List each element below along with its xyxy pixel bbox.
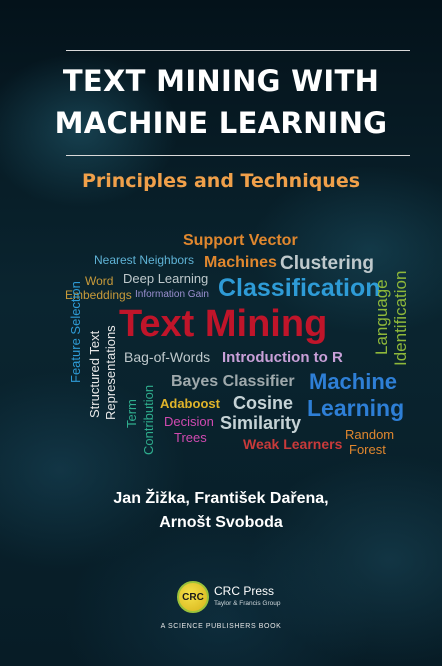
authors-line-2: Arnošt Svoboda [159,514,283,531]
word-word: Word [85,274,114,288]
word-representations: Representations [103,325,118,420]
word-classification: Classification [218,274,381,302]
word-contribution: Contribution [141,384,156,455]
publisher-name: CRC Press [214,584,275,598]
bottom-rule [66,155,410,156]
word-feature-selection: Feature Selection [68,281,83,383]
book-cover: TEXT MINING WITH MACHINE LEARNING Princi… [0,0,442,666]
word-language: Language [372,279,391,355]
subtitle: Principles and Techniques [81,170,361,192]
word-information-gain: Information Gain [135,289,209,300]
word-random: Random [345,427,395,442]
publisher-group: Taylor & Francis Group [214,600,281,607]
authors-line-1: Jan Žižka, František Dařena, [113,490,329,507]
word-forest: Forest [349,442,386,457]
word-machines: Machines [204,254,277,271]
word-structured-text: Structured Text [87,330,102,418]
word-cosine: Cosine [233,393,294,413]
top-rule [66,50,410,51]
word-similarity: Similarity [220,413,302,433]
word-trees: Trees [174,430,207,445]
crc-press-logo-icon: CRC [177,581,209,613]
word-identification: Identification [391,270,410,366]
title-line-2: MACHINE LEARNING [54,106,388,140]
word-term: Term [124,399,139,428]
word-introduction-to-r: Introduction to R [222,349,343,366]
word-nearest-neighbors: Nearest Neighbors [94,253,195,267]
word-weak-learners: Weak Learners [243,436,343,452]
word-clustering: Clustering [280,253,374,274]
word-decision: Decision [164,414,214,429]
word-machine: Machine [309,369,398,394]
word-adaboost: Adaboost [160,396,220,411]
word-bag-of-words: Bag-of-Words [124,349,211,365]
word-bayes-classifier: Bayes Classifier [171,373,295,390]
title-line-1: TEXT MINING WITH [62,64,380,98]
word-support-vector: Support Vector [183,232,298,249]
logo-mark: CRC [182,591,204,603]
word-text-mining: Text Mining [119,303,328,345]
word-deep-learning: Deep Learning [123,271,209,286]
publisher-imprint: A SCIENCE PUBLISHERS BOOK [160,623,282,630]
word-learning: Learning [307,395,405,421]
